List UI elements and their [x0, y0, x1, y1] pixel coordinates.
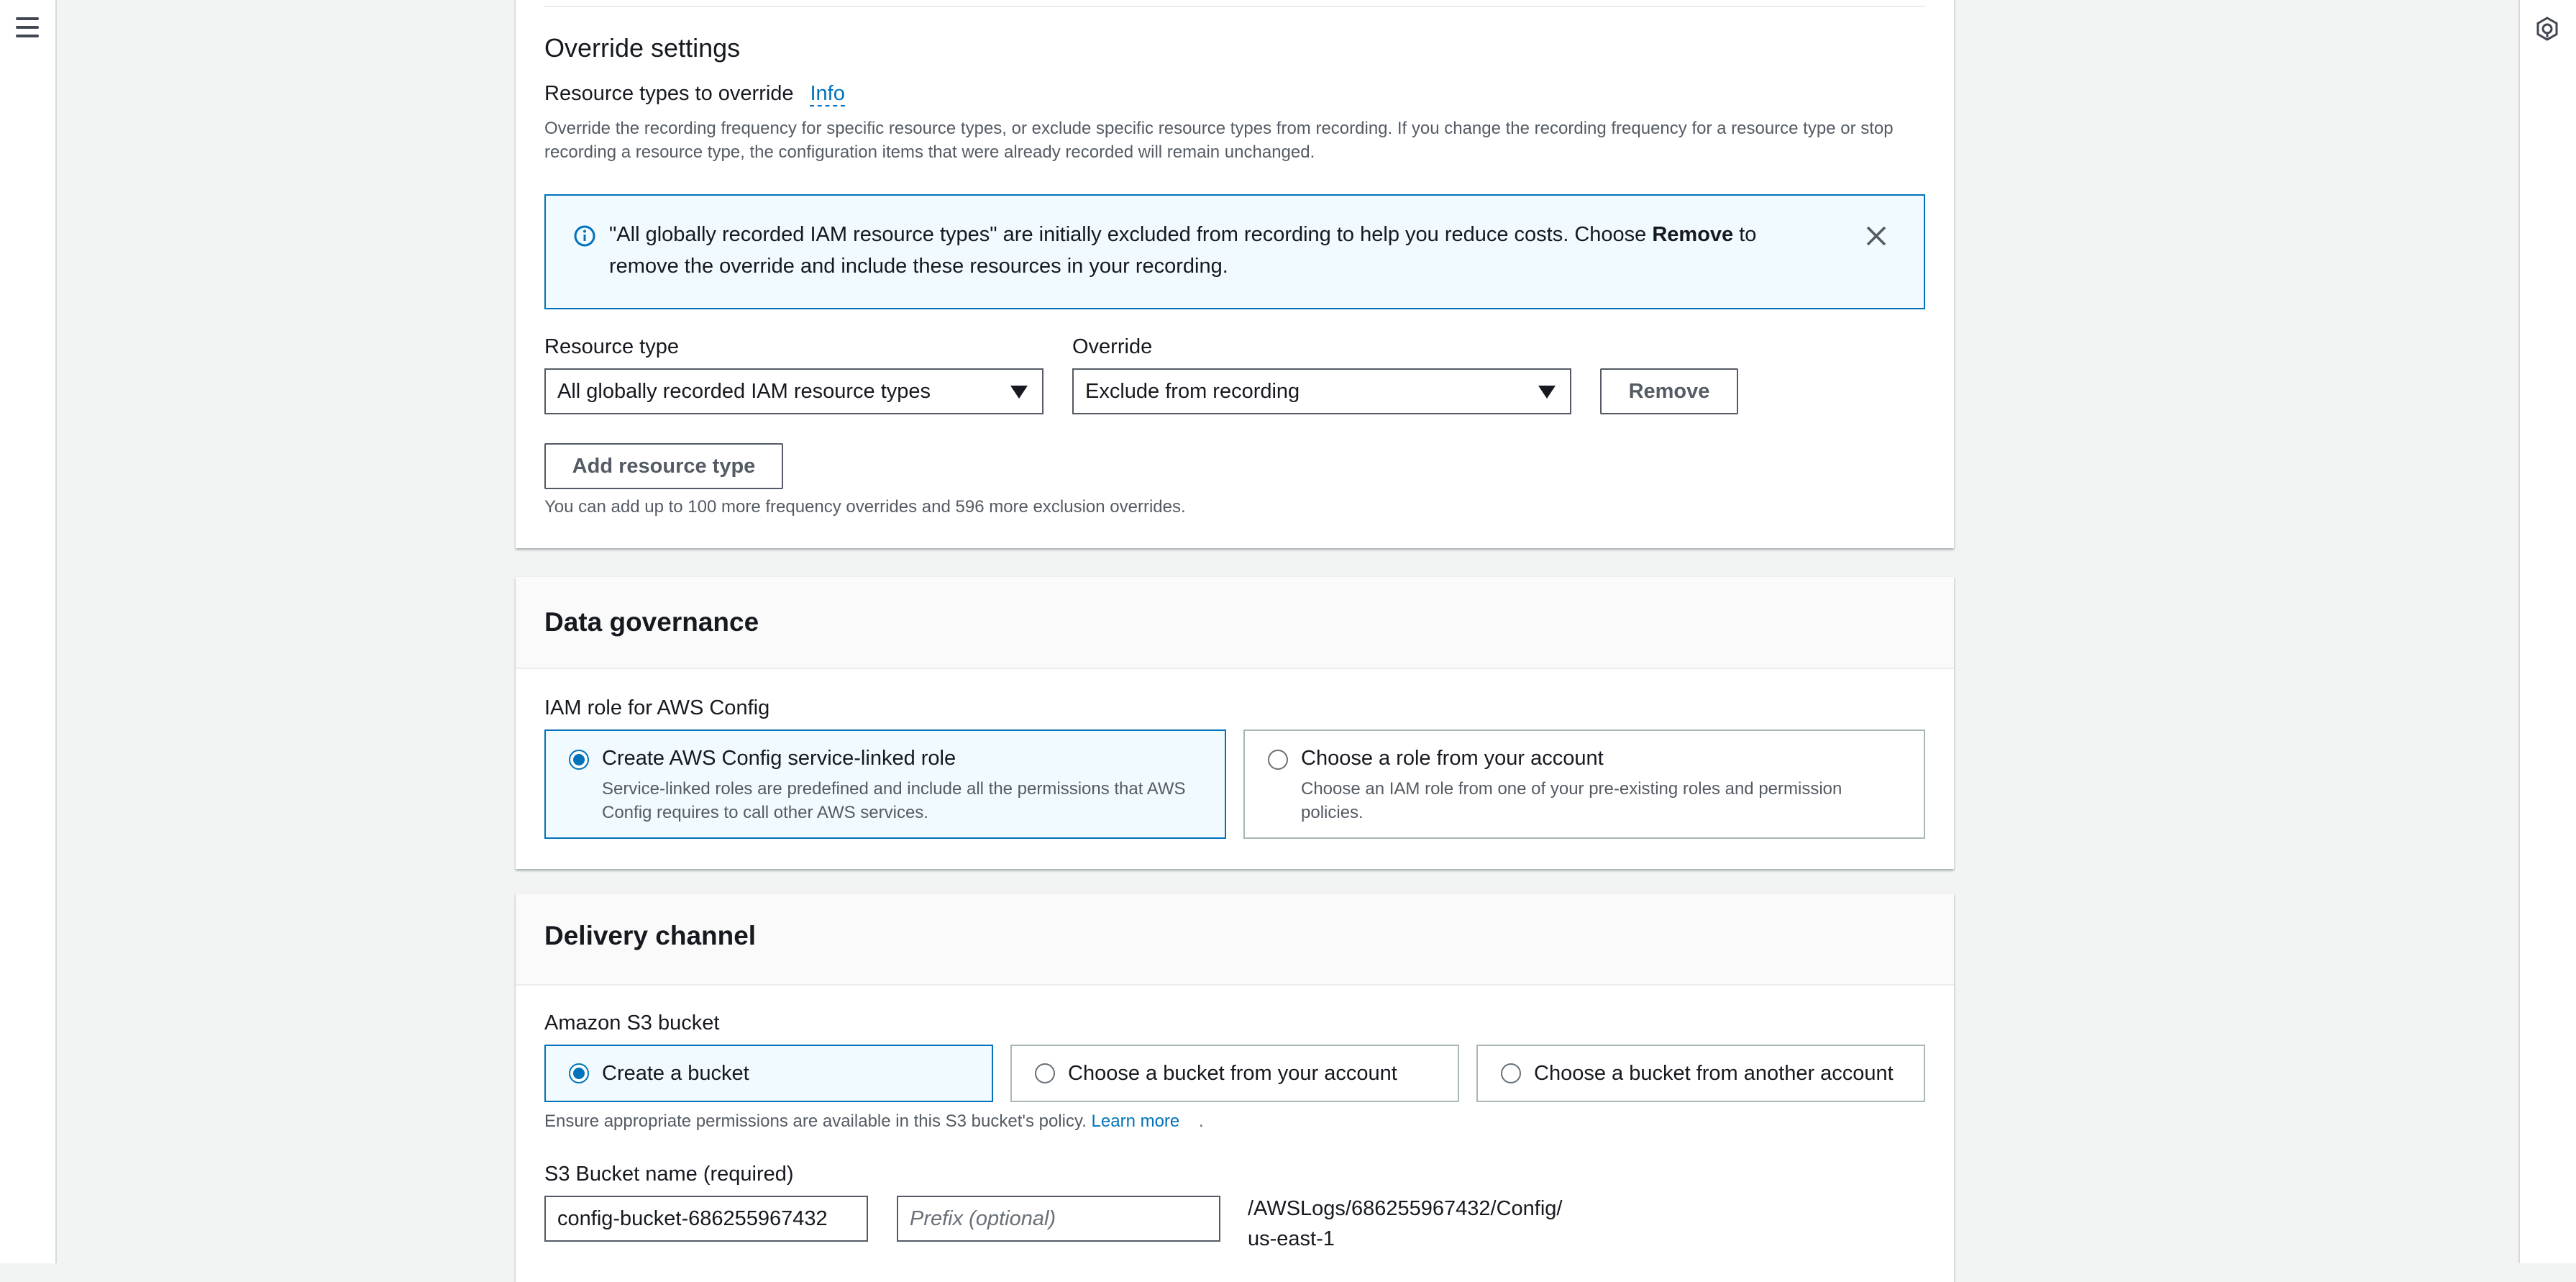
remove-button[interactable]: Remove [1600, 368, 1738, 414]
create-bucket-option[interactable]: Create a bucket [544, 1045, 993, 1102]
data-governance-panel: Data governance IAM role for AWS Config … [516, 577, 1954, 869]
bucket-from-your-account-option[interactable]: Choose a bucket from your account [1010, 1045, 1459, 1102]
policy-note: Ensure appropriate permissions are avail… [544, 1109, 1204, 1133]
override-description: Override the recording frequency for spe… [544, 119, 1894, 162]
help-panel-icon[interactable] [2534, 16, 2560, 42]
bucket-name-label: S3 Bucket name (required) [544, 1163, 794, 1186]
left-nav-rail [0, 0, 57, 1263]
section-divider [544, 6, 1925, 7]
override-label: Override [1072, 335, 1153, 358]
radio-unselected[interactable] [1501, 1063, 1521, 1083]
bucket-from-another-account-title: Choose a bucket from another account [1534, 1062, 1894, 1085]
main-content: Override settings Resource types to over… [57, 0, 2518, 1282]
data-governance-heading: Data governance [544, 607, 759, 637]
learn-more-link[interactable]: Learn more [1092, 1111, 1180, 1131]
radio-unselected[interactable] [1268, 750, 1288, 770]
choose-role-title: Choose a role from your account [1301, 747, 1604, 770]
service-linked-role-option[interactable]: Create AWS Config service-linked role Se… [544, 729, 1226, 839]
data-governance-header: Data governance [516, 577, 1954, 669]
prefix-input[interactable] [897, 1196, 1220, 1242]
iam-role-label: IAM role for AWS Config [544, 696, 770, 719]
bucket-name-input[interactable] [544, 1196, 868, 1242]
policy-note-text: Ensure appropriate permissions are avail… [544, 1111, 1087, 1131]
service-linked-role-description: Service-linked roles are predefined and … [602, 779, 1186, 822]
close-icon[interactable] [1865, 224, 1888, 247]
resource-types-label-row: Resource types to override Info [544, 82, 845, 106]
bucket-from-another-account-option[interactable]: Choose a bucket from another account [1476, 1045, 1925, 1102]
override-value: Exclude from recording [1085, 380, 1300, 403]
choose-role-option[interactable]: Choose a role from your account Choose a… [1243, 729, 1925, 839]
hamburger-menu-icon[interactable] [16, 17, 39, 37]
override-settings-panel: Override settings Resource types to over… [516, 0, 1954, 548]
info-circle-icon [574, 225, 595, 247]
caret-down-icon [1538, 386, 1556, 399]
bucket-from-your-account-title: Choose a bucket from your account [1068, 1062, 1397, 1085]
resource-type-label: Resource type [544, 335, 679, 358]
bucket-path-line1: /AWSLogs/686255967432/Config/ [1248, 1197, 1563, 1220]
radio-unselected[interactable] [1035, 1063, 1055, 1083]
override-settings-heading: Override settings [544, 33, 741, 63]
info-link[interactable]: Info [810, 82, 845, 106]
alert-bold-remove: Remove [1652, 223, 1734, 246]
delivery-channel-header: Delivery channel [516, 894, 1954, 986]
radio-selected[interactable] [569, 1063, 589, 1083]
resource-type-value: All globally recorded IAM resource types [557, 380, 931, 403]
caret-down-icon [1010, 386, 1028, 399]
override-select[interactable]: Exclude from recording [1072, 368, 1571, 414]
s3-bucket-label: Amazon S3 bucket [544, 1011, 720, 1035]
limit-note: You can add up to 100 more frequency ove… [544, 497, 1186, 517]
resource-types-label: Resource types to override [544, 82, 794, 105]
service-linked-role-title: Create AWS Config service-linked role [602, 747, 956, 770]
add-resource-type-button[interactable]: Add resource type [544, 443, 783, 489]
create-bucket-title: Create a bucket [602, 1062, 749, 1085]
delivery-channel-panel: Delivery channel Amazon S3 bucket Create… [516, 894, 1954, 1282]
policy-note-period: . [1198, 1111, 1204, 1131]
alert-text-part: "All globally recorded IAM resource type… [609, 223, 1653, 246]
alert-message: "All globally recorded IAM resource type… [609, 219, 1832, 282]
radio-selected[interactable] [569, 750, 589, 770]
resource-type-select[interactable]: All globally recorded IAM resource types [544, 368, 1043, 414]
bucket-path-line2: us-east-1 [1248, 1227, 1335, 1250]
info-alert: "All globally recorded IAM resource type… [544, 194, 1925, 309]
choose-role-description: Choose an IAM role from one of your pre-… [1301, 779, 1842, 822]
right-tools-rail [2518, 0, 2576, 1263]
delivery-channel-heading: Delivery channel [544, 921, 757, 950]
